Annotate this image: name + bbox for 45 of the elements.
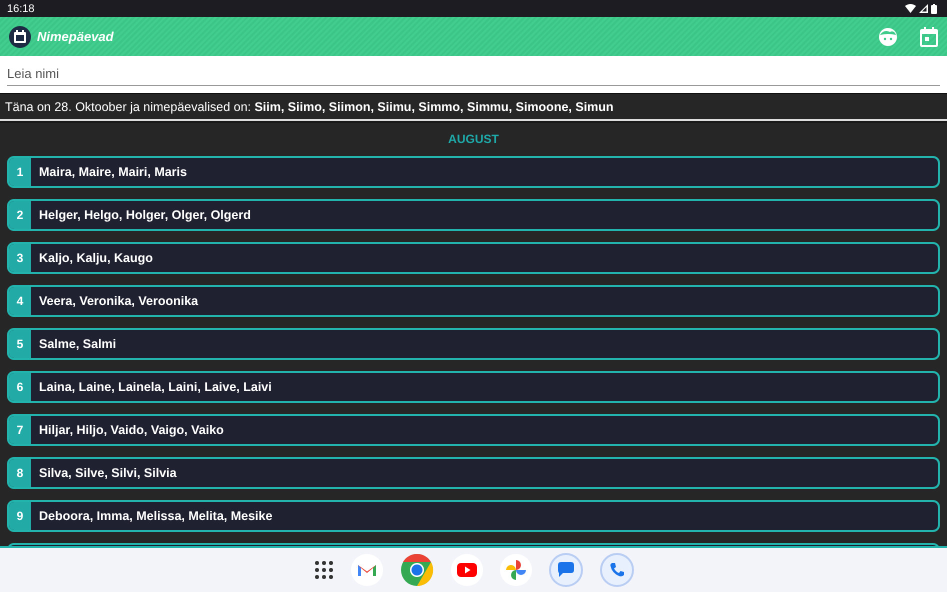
day-row[interactable]: 5 Salme, Salmi (7, 328, 940, 360)
day-row[interactable]: 4 Veera, Veronika, Veroonika (7, 285, 940, 317)
day-number: 2 (9, 201, 31, 229)
clock: 16:18 (7, 2, 35, 14)
names-text: Hiljar, Hiljo, Vaido, Vaigo, Vaiko (38, 422, 224, 439)
day-row[interactable]: 9 Deboora, Imma, Melissa, Melita, Mesike (7, 500, 940, 532)
browser-app-icon[interactable] (400, 553, 434, 587)
day-number: 8 (9, 459, 31, 487)
app-grid-icon[interactable] (314, 560, 334, 580)
names-text: Salme, Salmi (38, 336, 116, 353)
day-number: 1 (9, 158, 31, 186)
day-row[interactable]: 1 Maira, Maire, Mairi, Maris (7, 156, 940, 188)
names-text: Deboora, Imma, Melissa, Melita, Mesike (38, 508, 272, 525)
day-number: 3 (9, 244, 31, 272)
day-row[interactable]: 2 Helger, Helgo, Holger, Olger, Olgerd (7, 199, 940, 231)
names-text: Silva, Silve, Silvi, Silvia (38, 465, 177, 482)
month-heading: AUGUST (447, 131, 500, 146)
app-title: Nimepäevad (37, 29, 114, 44)
day-number: 9 (9, 502, 31, 530)
video-app-icon[interactable] (450, 554, 482, 586)
day-number: 5 (9, 330, 31, 358)
day-number: 4 (9, 287, 31, 315)
names-text: Laina, Laine, Lainela, Laini, Laive, Laivi (38, 379, 272, 396)
today-text: Täna on 28. Oktoober ja nimepäevalised on: Siim, Siimo, Siimon, Siimu, Simmo, Simmu, Simoone, Simun (5, 100, 614, 114)
day-row[interactable]: 8 Silva, Silve, Silvi, Silvia (7, 457, 940, 489)
signal-icon (919, 4, 928, 13)
chat-app-icon[interactable] (548, 553, 582, 587)
mail-app-icon[interactable] (350, 554, 382, 586)
day-number: 6 (9, 373, 31, 401)
day-row[interactable]: 3 Kaljo, Kalju, Kaugo (7, 242, 940, 274)
names-text: Maira, Maire, Mairi, Maris (38, 164, 187, 181)
names-text: Helger, Helgo, Holger, Olger, Olgerd (38, 207, 251, 224)
day-row[interactable]: 7 Hiljar, Hiljo, Vaido, Vaigo, Vaiko (7, 414, 940, 446)
calendar-icon[interactable] (920, 26, 938, 46)
face-icon[interactable] (878, 26, 898, 46)
day-number: 7 (9, 416, 31, 444)
search-field[interactable]: Leia nimi (0, 56, 947, 93)
names-text: Kaljo, Kalju, Kaugo (38, 250, 153, 267)
calendar-logo-icon (9, 26, 31, 48)
day-row[interactable]: 6 Laina, Laine, Lainela, Laini, Laive, Laivi (7, 371, 940, 403)
battery-icon (931, 4, 937, 14)
phone-app-icon[interactable] (600, 553, 634, 587)
names-text: Veera, Veronika, Veroonika (38, 293, 198, 310)
wifi-icon (905, 4, 916, 13)
pinwheel-app-icon[interactable] (500, 554, 532, 586)
